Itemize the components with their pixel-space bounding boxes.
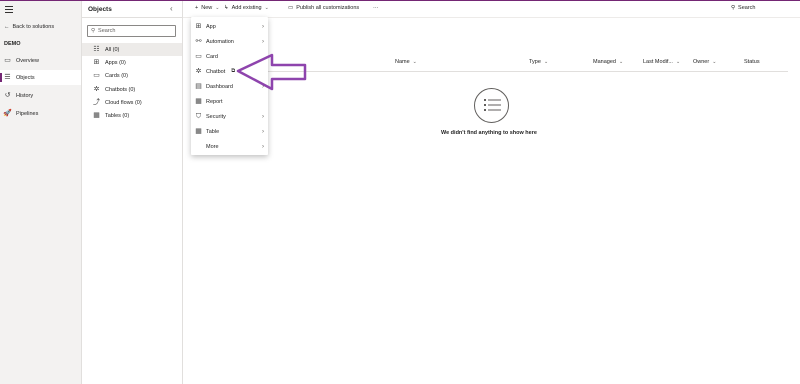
annotation-arrow — [236, 53, 307, 91]
